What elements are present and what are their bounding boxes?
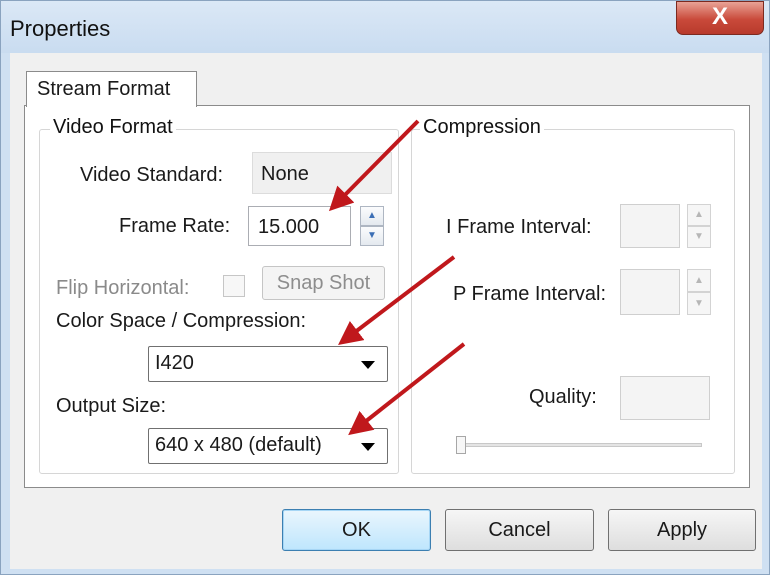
- annotation-arrow-output-size: [348, 342, 466, 436]
- tab-stream-format[interactable]: Stream Format: [26, 71, 197, 107]
- properties-dialog: Properties X Stream Format Video Format …: [0, 0, 770, 575]
- annotation-arrow-frame-rate: [328, 119, 420, 212]
- annotation-arrow-color-space: [338, 255, 456, 346]
